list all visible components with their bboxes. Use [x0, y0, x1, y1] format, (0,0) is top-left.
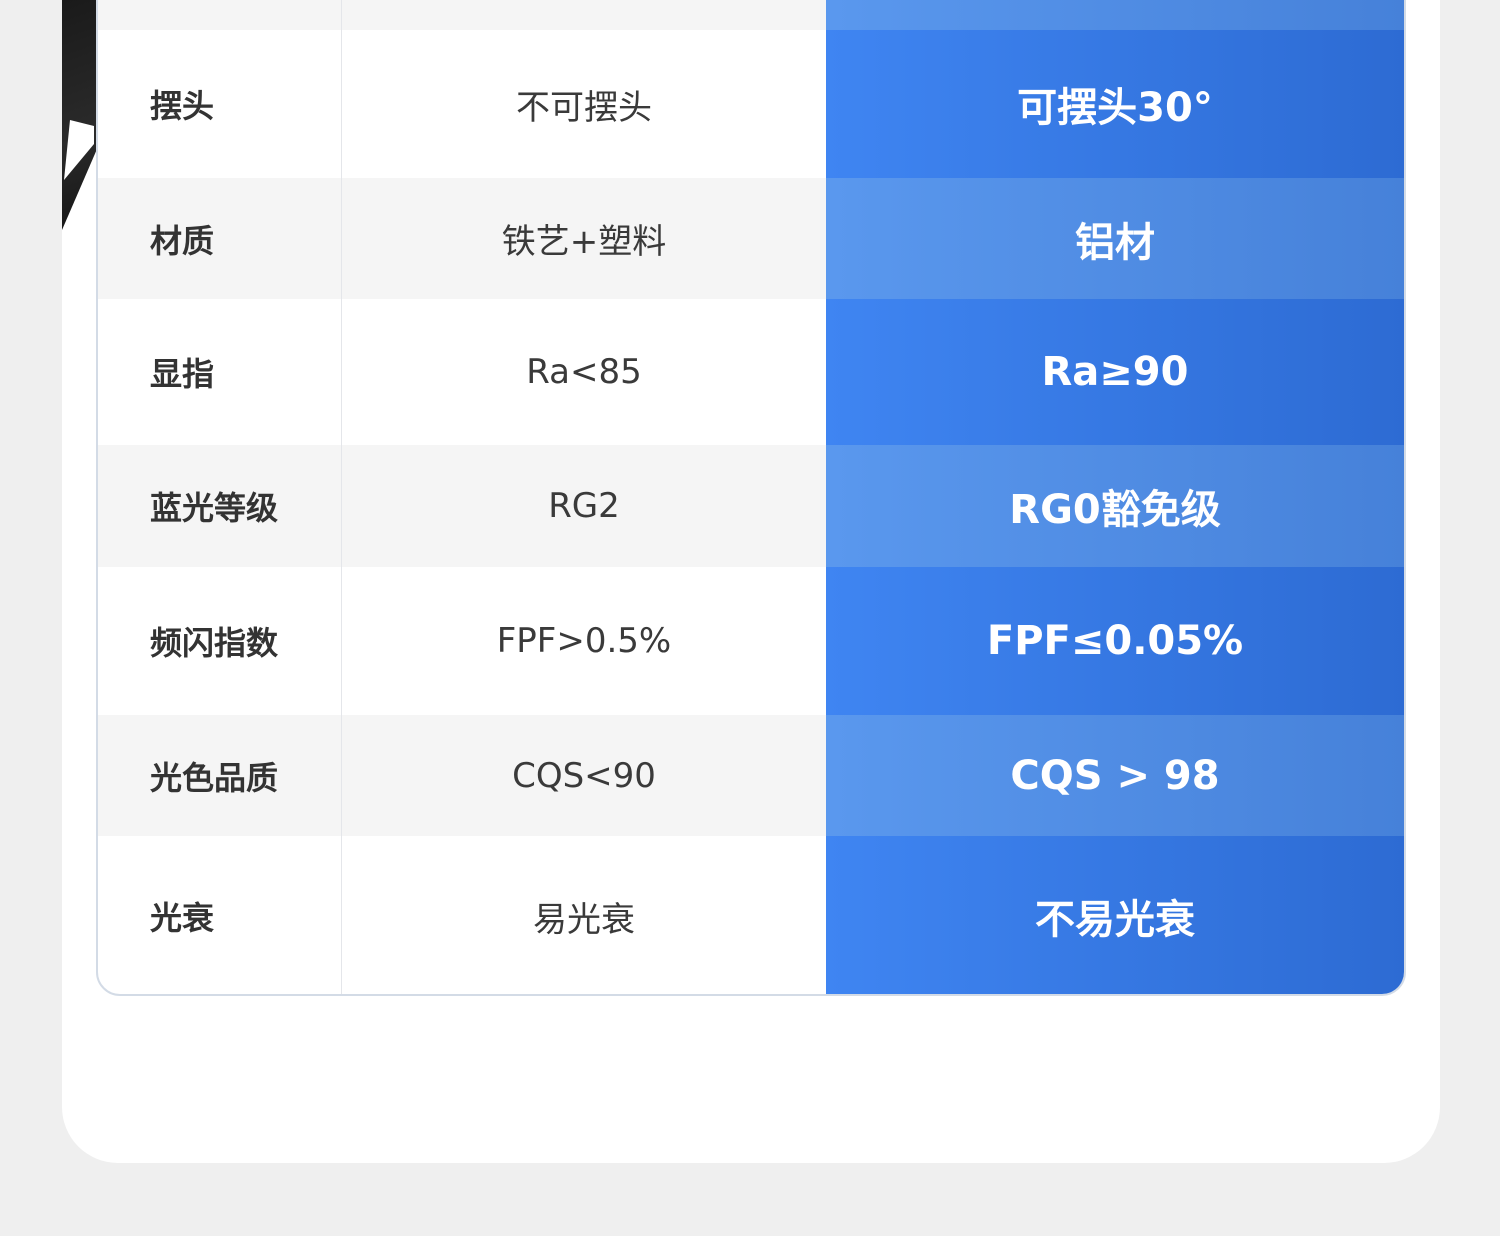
row-label: 摆头 — [98, 30, 342, 178]
old-value: 不可摆头 — [516, 87, 652, 128]
new-value: 可摆头30° — [826, 30, 1404, 178]
table-row: 材质 铁艺+塑料 铝材 — [98, 178, 1404, 299]
new-value: FPF≤0.05% — [826, 567, 1404, 715]
old-value: Ra<85 — [526, 352, 642, 392]
row-label: 蓝光等级 — [98, 445, 342, 567]
table-row: 频闪指数 FPF>0.5% FPF≤0.05% — [98, 567, 1404, 715]
old-value: FPF>0.5% — [496, 621, 672, 661]
row-label: 光衰 — [98, 836, 342, 994]
old-value: 铁艺+塑料 — [342, 178, 826, 299]
row-label: 显指 — [98, 299, 342, 445]
row-label: 光色品质 — [98, 715, 342, 836]
new-value: 不易光衰 — [826, 836, 1404, 994]
table-row — [98, 0, 1404, 30]
comparison-table: 摆头 不可摆头 可摆头30° 材质 铁艺+塑料 铝材 显指 Ra<85 Ra≥9… — [96, 0, 1406, 996]
row-label — [98, 0, 342, 30]
table-row: 光衰 易光衰 不易光衰 — [98, 836, 1404, 994]
table-row: 显指 Ra<85 Ra≥90 — [98, 299, 1404, 445]
new-value — [826, 0, 1404, 30]
row-label: 频闪指数 — [98, 567, 342, 715]
old-value: CQS<90 — [342, 715, 826, 836]
row-label: 材质 — [98, 178, 342, 299]
new-value: Ra≥90 — [826, 299, 1404, 445]
new-value: 铝材 — [826, 178, 1404, 299]
table-row: 摆头 不可摆头 可摆头30° — [98, 30, 1404, 178]
old-value: 易光衰 — [533, 899, 635, 940]
old-value — [342, 0, 826, 30]
new-value: RG0豁免级 — [826, 445, 1404, 567]
new-value: CQS > 98 — [826, 715, 1404, 836]
table-row: 蓝光等级 RG2 RG0豁免级 — [98, 445, 1404, 567]
old-value: RG2 — [342, 445, 826, 567]
table-row: 光色品质 CQS<90 CQS > 98 — [98, 715, 1404, 836]
